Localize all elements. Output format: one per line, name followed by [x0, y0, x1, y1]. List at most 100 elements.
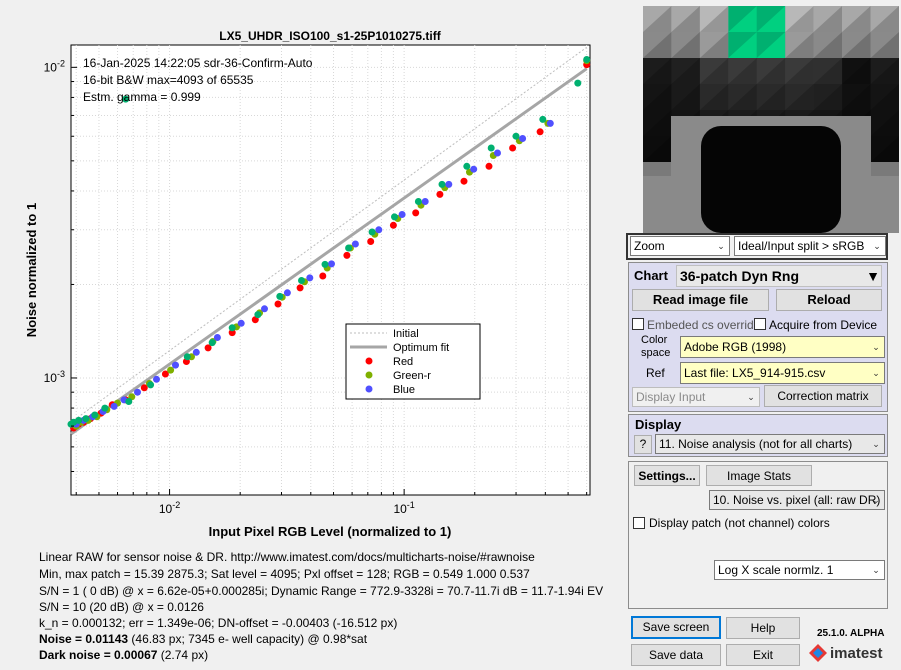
red-data-point — [319, 272, 327, 280]
blue-data-point — [134, 388, 141, 396]
blue-data-point — [445, 180, 453, 188]
plot-frame — [70, 44, 591, 496]
blue-data-point — [153, 375, 160, 383]
red-data-point — [367, 238, 375, 245]
chart-thumbnail — [643, 6, 899, 233]
noise-value: Noise = 0.01143 — [39, 632, 129, 646]
blue-data-point — [519, 135, 527, 142]
noise-summary: Noise = 0.01143 (46.83 px; 7345 e- well … — [39, 632, 367, 646]
blue-data-point — [306, 274, 314, 282]
teal-data-point — [147, 381, 155, 389]
plot-mode-dropdown[interactable]: 10. Noise vs. pixel (all: raw DR) ⌄ — [709, 490, 885, 510]
blue-data-point — [283, 289, 291, 297]
image-stats-button[interactable]: Image Stats — [706, 465, 812, 486]
scale-mode-dropdown[interactable]: Log X scale normlz. 1 ⌄ — [714, 560, 885, 580]
chart-type-value: 36-patch Dyn Rng — [680, 268, 800, 284]
color-space-label-1: Color — [641, 334, 668, 346]
chart-type-dropdown[interactable]: 36-patch Dyn Rng ▼ — [676, 265, 882, 287]
green-r-data-point — [167, 366, 175, 374]
reload-button[interactable]: Reload — [776, 289, 882, 311]
chevron-down-icon: ⌄ — [872, 495, 880, 505]
info-line-1: Linear RAW for sensor noise & DR. http:/… — [39, 550, 535, 564]
view-mode-dropdown[interactable]: Ideal/Input split > sRGB ⌄ — [734, 236, 886, 256]
dark-noise-detail: (2.74 px) — [157, 648, 209, 662]
thumbnail-corner-left — [643, 176, 671, 233]
teal-data-point — [91, 411, 99, 419]
chevron-down-icon: ⌄ — [873, 241, 881, 251]
legend-green-swatch — [365, 371, 373, 379]
embedded-cs-checkbox[interactable] — [632, 318, 644, 330]
legend-green-r: Green-r — [393, 370, 431, 382]
ref-label: Ref — [646, 366, 665, 380]
save-data-button[interactable]: Save data — [631, 644, 721, 666]
teal-data-point — [574, 79, 582, 87]
teal-data-point — [82, 415, 90, 423]
red-data-point — [485, 162, 493, 170]
color-space-label-2: space — [641, 347, 671, 359]
imatest-logo-text: imatest — [830, 645, 883, 662]
noise-plot: 10-2 10-1 10-3 10-2 LX5_UHDR_ISO100_s1-25P1… — [0, 0, 620, 545]
teal-data-point — [101, 404, 109, 412]
settings-button[interactable]: Settings... — [634, 465, 700, 486]
teal-data-point — [391, 213, 398, 221]
chevron-down-icon: ⌄ — [872, 342, 880, 352]
teal-data-point — [438, 180, 446, 188]
blue-data-point — [470, 165, 478, 173]
x-axis-label: Input Pixel RGB Level (normalized to 1) — [209, 524, 452, 539]
chevron-down-icon: ⌄ — [717, 241, 725, 251]
teal-data-point — [298, 277, 305, 284]
annotation-bitdepth: 16-bit B&W max=4093 of 65535 — [83, 73, 254, 87]
blue-data-point — [237, 319, 245, 327]
red-data-point — [436, 190, 444, 198]
color-space-value: Adobe RGB (1998) — [684, 340, 787, 354]
zoom-dropdown[interactable]: Zoom ⌄ — [630, 236, 730, 256]
red-data-point — [274, 300, 282, 308]
display-mode-dropdown[interactable]: 11. Noise analysis (not for all charts) ⌄ — [655, 434, 885, 454]
info-line-3: S/N = 1 ( 0 dB) @ x = 6.62e-05+0.000285i… — [39, 584, 604, 598]
display-label: Display — [635, 417, 682, 432]
display-help-button[interactable]: ? — [634, 435, 652, 454]
legend-blue-swatch — [365, 385, 373, 393]
blue-data-point — [213, 334, 221, 341]
teal-data-point — [414, 198, 422, 205]
info-line-2: Min, max patch = 15.39 2875.3; Sat level… — [39, 567, 530, 581]
legend-red: Red — [393, 356, 413, 368]
blue-data-point — [192, 348, 200, 356]
blue-data-point — [375, 226, 383, 234]
dark-noise-value: Dark noise = 0.00067 — [39, 648, 158, 662]
info-line-4: S/N = 10 (20 dB) @ x = 0.0126 — [39, 600, 204, 614]
red-data-point — [389, 221, 397, 229]
noise-detail: (46.83 px; 7345 e- well capacity) @ 0.98… — [128, 632, 368, 646]
display-input-dropdown[interactable]: Display Input ⌄ — [632, 387, 760, 407]
display-patch-checkbox[interactable] — [633, 517, 645, 529]
scale-mode-value: Log X scale normlz. 1 — [718, 563, 834, 577]
red-data-point — [509, 144, 517, 152]
display-patch-label: Display patch (not channel) colors — [649, 516, 830, 530]
annotation-date: 16-Jan-2025 14:22:05 sdr-36-Confirm-Auto — [83, 56, 313, 70]
red-data-point — [460, 177, 468, 185]
teal-data-point — [183, 353, 191, 361]
help-button[interactable]: Help — [726, 617, 800, 639]
teal-data-point — [368, 228, 376, 236]
teal-data-point — [228, 324, 236, 332]
save-screen-button[interactable]: Save screen — [631, 616, 721, 639]
ref-value: Last file: LX5_914-915.csv — [684, 366, 826, 380]
blue-data-point — [328, 260, 335, 268]
teal-data-point — [254, 311, 262, 319]
legend-optimum-fit: Optimum fit — [393, 342, 449, 354]
chart-label: Chart — [634, 268, 668, 283]
blue-data-point — [351, 240, 359, 248]
correction-matrix-button[interactable]: Correction matrix — [764, 385, 882, 407]
read-image-button[interactable]: Read image file — [632, 289, 769, 311]
ref-dropdown[interactable]: Last file: LX5_914-915.csv ⌄ — [680, 362, 885, 384]
blue-data-point — [546, 119, 554, 127]
zoom-value: Zoom — [634, 239, 665, 253]
acquire-checkbox[interactable] — [754, 318, 766, 330]
exit-button[interactable]: Exit — [726, 644, 800, 666]
display-input-value: Display Input — [636, 390, 706, 404]
view-mode-value: Ideal/Input split > sRGB — [738, 239, 865, 253]
triangle-down-icon: ▼ — [866, 268, 880, 284]
blue-data-point — [261, 305, 268, 313]
x-tick-label: 10-1 — [393, 500, 414, 516]
color-space-dropdown[interactable]: Adobe RGB (1998) ⌄ — [680, 336, 885, 358]
